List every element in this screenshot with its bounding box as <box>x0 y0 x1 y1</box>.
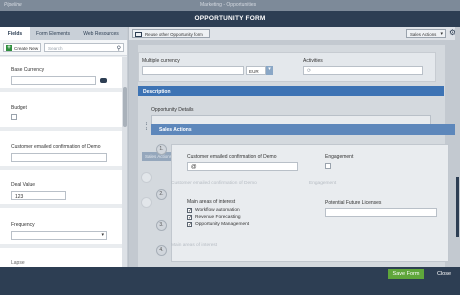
checkbox-checked-icon[interactable]: ✓ <box>187 208 192 214</box>
engagement-label: Engagement <box>325 154 354 160</box>
step-marker-1: 1. <box>156 144 167 155</box>
faded-label: Engagement <box>309 181 337 186</box>
field-label-deal-value: Deal Value <box>11 182 36 188</box>
tab-web-resources[interactable]: Web Resources <box>76 27 126 40</box>
divider <box>0 204 122 208</box>
demo-confirmation-input[interactable] <box>11 153 107 162</box>
save-form-button[interactable]: Save Form <box>388 269 424 279</box>
interest-option-forecasting[interactable]: ✓ Revenue Forecasting <box>187 215 241 221</box>
faded-label: Customer emailed confirmation of Demo <box>171 181 257 186</box>
sales-actions-section-header[interactable]: Sales Actions <box>151 124 459 135</box>
checkbox-checked-icon[interactable]: ✓ <box>187 215 192 221</box>
field-label-lapse: Lapse <box>11 260 25 266</box>
scrollbar-thumb[interactable] <box>456 177 459 237</box>
footer-bar: Save Form Close <box>0 267 460 295</box>
base-currency-select[interactable] <box>11 76 96 85</box>
checkbox-checked-icon[interactable]: ✓ <box>187 222 192 228</box>
form-icon <box>135 31 142 37</box>
search-placeholder: Search <box>48 45 63 51</box>
sales-actions-dropdown[interactable]: Sales Actions ▾ <box>406 29 446 38</box>
page-title: OPPORTUNITY FORM <box>194 15 266 22</box>
breadcrumb: Marketing - Opportunities <box>200 2 257 8</box>
chevron-down-icon: ▾ <box>440 31 443 37</box>
app-brand: Pipeline <box>4 2 22 8</box>
activities-field[interactable]: ⟳ <box>303 66 423 75</box>
form-toolbar: Reuse other Opportunity form Sales Actio… <box>129 27 460 40</box>
interest-option-opportunity[interactable]: ✓ Opportunity Management <box>187 222 250 228</box>
faded-label: Main areas of interest <box>171 243 218 248</box>
step-marker-3: 3. <box>156 220 167 231</box>
engagement-checkbox[interactable] <box>325 163 331 169</box>
close-button[interactable]: Close <box>432 269 456 279</box>
plus-icon: + <box>6 45 12 51</box>
chevron-down-icon: ▾ <box>268 66 271 72</box>
field-label-frequency: Frequency <box>11 222 35 228</box>
panel-toolbar: + Create New Search ⚲ <box>0 40 127 56</box>
frequency-select[interactable]: ▾ <box>11 231 107 240</box>
create-new-button[interactable]: + Create New <box>3 43 41 52</box>
option-label: Revenue Forecasting <box>195 215 241 220</box>
sales-actions-dropdown-label: Sales Actions <box>410 32 437 37</box>
currency-select[interactable]: EUR <box>246 66 266 75</box>
multiple-currency-label: Multiple currency <box>142 58 180 64</box>
option-label: Opportunity Management <box>195 222 250 227</box>
chevron-down-icon: ▾ <box>101 232 104 238</box>
option-label: Workflow automation <box>195 208 240 213</box>
areas-of-interest-label: Main areas of interest <box>187 199 236 205</box>
field-label-base-currency: Base Currency <box>11 67 45 73</box>
form-canvas-area: Reuse other Opportunity form Sales Actio… <box>129 27 460 267</box>
panel-tabs: Fields Form Elements Web Resources <box>0 27 127 40</box>
step-marker-faded <box>141 197 152 208</box>
refresh-icon: ⟳ <box>307 68 312 74</box>
step-marker-faded <box>141 172 152 183</box>
toggle-icon[interactable] <box>100 78 107 83</box>
reuse-form-label: Reuse other Opportunity form <box>145 32 203 37</box>
form-title-bar: OPPORTUNITY FORM <box>0 11 460 27</box>
tab-fields[interactable]: Fields <box>0 27 30 40</box>
divider <box>0 127 122 131</box>
interest-option-workflow[interactable]: ✓ Workflow automation <box>187 208 240 214</box>
reuse-form-button[interactable]: Reuse other Opportunity form <box>132 29 210 38</box>
multiple-currency-input[interactable] <box>142 66 244 75</box>
drag-handle-icon[interactable]: ↕ ↕ <box>144 122 149 136</box>
divider <box>0 88 122 92</box>
tab-form-elements[interactable]: Form Elements <box>30 27 76 40</box>
future-licenses-input[interactable] <box>325 208 437 217</box>
demo-confirmation-field[interactable]: @ <box>187 162 298 171</box>
search-icon[interactable]: ⚲ <box>117 45 121 52</box>
demo-confirmation-label: Customer emailed confirmation of Demo <box>187 154 277 160</box>
app-top-bar: Pipeline Marketing - Opportunities <box>0 0 460 11</box>
future-licenses-label: Potential Future Licenses <box>325 200 382 206</box>
deal-value-input[interactable]: 123 <box>11 191 66 200</box>
fields-panel: Fields Form Elements Web Resources + Cre… <box>0 27 128 267</box>
form-scrollbar[interactable] <box>455 27 460 267</box>
opportunity-details-label: Opportunity Details <box>151 107 194 113</box>
field-list: Base Currency Budget Customer emailed co… <box>0 57 122 267</box>
search-input[interactable]: Search ⚲ <box>44 43 124 52</box>
field-label-budget: Budget <box>11 105 27 111</box>
activities-label: Activities <box>303 58 323 64</box>
fields-scrollbar[interactable] <box>122 57 127 267</box>
step-marker-2: 2. <box>156 189 167 200</box>
create-new-label: Create New <box>14 45 39 51</box>
field-label-demo-confirmation: Customer emailed confirmation of Demo <box>11 144 101 150</box>
step-marker-4: 4. <box>156 245 167 256</box>
currency-dropdown-button[interactable]: ▾ <box>266 66 273 75</box>
divider <box>0 166 122 170</box>
description-section-header[interactable]: Description <box>138 86 444 96</box>
scrollbar-thumb[interactable] <box>123 87 127 127</box>
budget-checkbox[interactable] <box>11 114 17 120</box>
divider <box>0 244 122 248</box>
